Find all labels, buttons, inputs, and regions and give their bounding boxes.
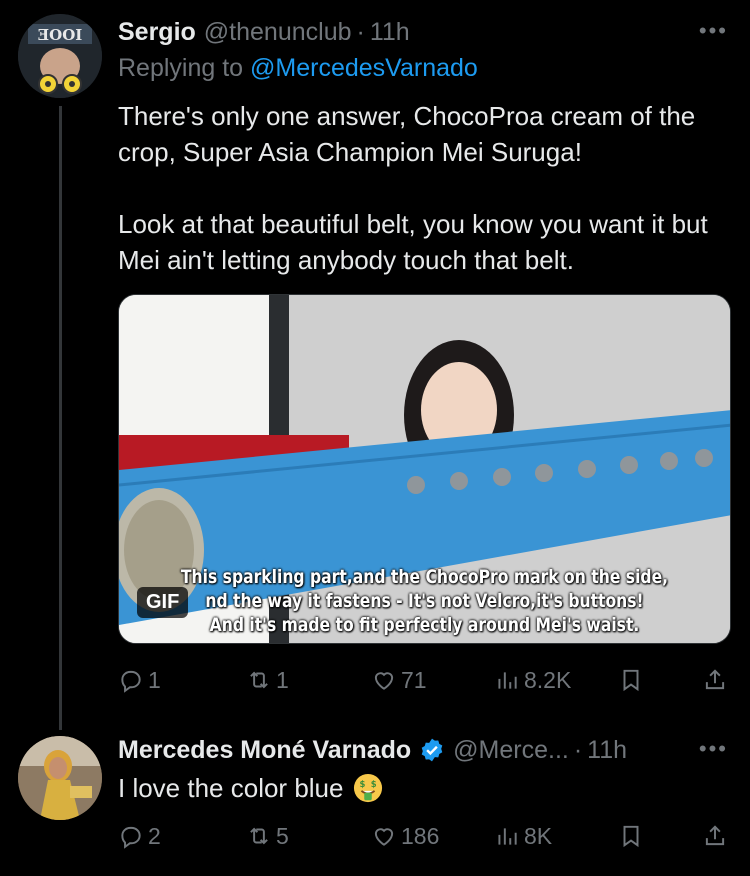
share-icon: [705, 825, 725, 846]
share-icon: [705, 669, 725, 690]
repost-icon: [250, 671, 268, 689]
author-handle[interactable]: @Merce...: [453, 736, 569, 765]
more-options-icon[interactable]: •••: [699, 18, 728, 44]
views-count: 8K: [524, 822, 553, 849]
tweet-text-paragraph-1: There's only one answer, ChocoProa cream…: [118, 101, 696, 167]
tweet-actions: 1 1 71 8.2K: [118, 662, 730, 698]
repost-count: 1: [276, 666, 289, 693]
replying-prefix: Replying to: [118, 54, 251, 82]
money-mouth-face-emoji: $ $: [354, 773, 383, 803]
timestamp[interactable]: 11h: [370, 18, 410, 47]
reply-button[interactable]: 2: [118, 818, 161, 854]
tweet-sergio[interactable]: ƎOOI Sergio @thenunclub · 11h ••• Replyi…: [0, 0, 750, 730]
svg-text:ƎOOI: ƎOOI: [38, 26, 83, 44]
like-button[interactable]: 71: [371, 662, 427, 698]
repost-button[interactable]: 1: [246, 662, 289, 698]
caption-line-1: This sparkling part,and the ChocoPro mar…: [180, 566, 669, 588]
like-count: 71: [401, 666, 427, 693]
gif-media[interactable]: This sparkling part,and the ChocoPro mar…: [118, 294, 731, 644]
bookmark-icon: [623, 669, 639, 692]
tweet2-header: Mercedes Moné Varnado @Merce... · 11h: [118, 733, 627, 767]
replying-mention-link[interactable]: @MercedesVarnado: [250, 54, 478, 82]
timestamp[interactable]: 11h: [587, 736, 627, 765]
author-name[interactable]: Sergio: [118, 18, 196, 47]
repost-icon: [250, 827, 268, 845]
thread-line: [59, 106, 62, 730]
repost-button[interactable]: 5: [246, 818, 289, 854]
reply-button[interactable]: 1: [118, 662, 161, 698]
caption-line-2: nd the way it fastens - It's not Velcro,…: [205, 590, 644, 612]
bookmark-button[interactable]: [618, 662, 644, 698]
share-button[interactable]: [702, 662, 728, 698]
heart-icon: [374, 672, 394, 690]
svg-text:$: $: [371, 779, 377, 789]
bookmark-button[interactable]: [618, 818, 644, 854]
views-icon: [498, 672, 517, 689]
caption-line-3: And it's made to fit perfectly around Me…: [209, 614, 640, 636]
views-count: 8.2K: [524, 666, 572, 693]
reply-icon: [121, 826, 141, 849]
reply-icon: [121, 670, 141, 693]
reply-count: 1: [148, 666, 161, 693]
gif-caption: This sparkling part,and the ChocoPro mar…: [174, 565, 675, 637]
more-options-icon[interactable]: •••: [699, 736, 728, 762]
like-button[interactable]: 186: [371, 818, 439, 854]
author-name[interactable]: Mercedes Moné Varnado: [118, 736, 411, 765]
tweet2-actions: 2 5 186 8K: [118, 818, 730, 854]
views-button[interactable]: 8K: [494, 818, 552, 854]
author-handle[interactable]: @thenunclub: [204, 18, 352, 47]
gif-badge: GIF: [137, 587, 189, 618]
views-button[interactable]: 8.2K: [494, 662, 571, 698]
replying-to: Replying to @MercedesVarnado: [118, 54, 478, 83]
avatar-mercedes[interactable]: [18, 736, 102, 820]
tweet-text-paragraph-2: Look at that beautiful belt, you know yo…: [118, 209, 708, 275]
tweet-header: Sergio @thenunclub · 11h: [118, 14, 410, 50]
avatar-sergio[interactable]: ƎOOI: [18, 14, 102, 98]
tweet2-text: I love the color blue: [118, 773, 344, 803]
views-icon: [498, 828, 517, 845]
separator-dot: ·: [573, 735, 583, 764]
repost-count: 5: [276, 822, 289, 849]
reply-count: 2: [148, 822, 161, 849]
separator-dot: ·: [356, 17, 365, 46]
svg-text:$: $: [360, 779, 366, 789]
share-button[interactable]: [702, 818, 728, 854]
heart-icon: [374, 828, 394, 846]
like-count: 186: [401, 822, 440, 849]
verified-badge-icon[interactable]: [419, 737, 445, 763]
bookmark-icon: [623, 825, 639, 848]
tweet2-text-row: I love the color blue $ $: [118, 770, 383, 806]
